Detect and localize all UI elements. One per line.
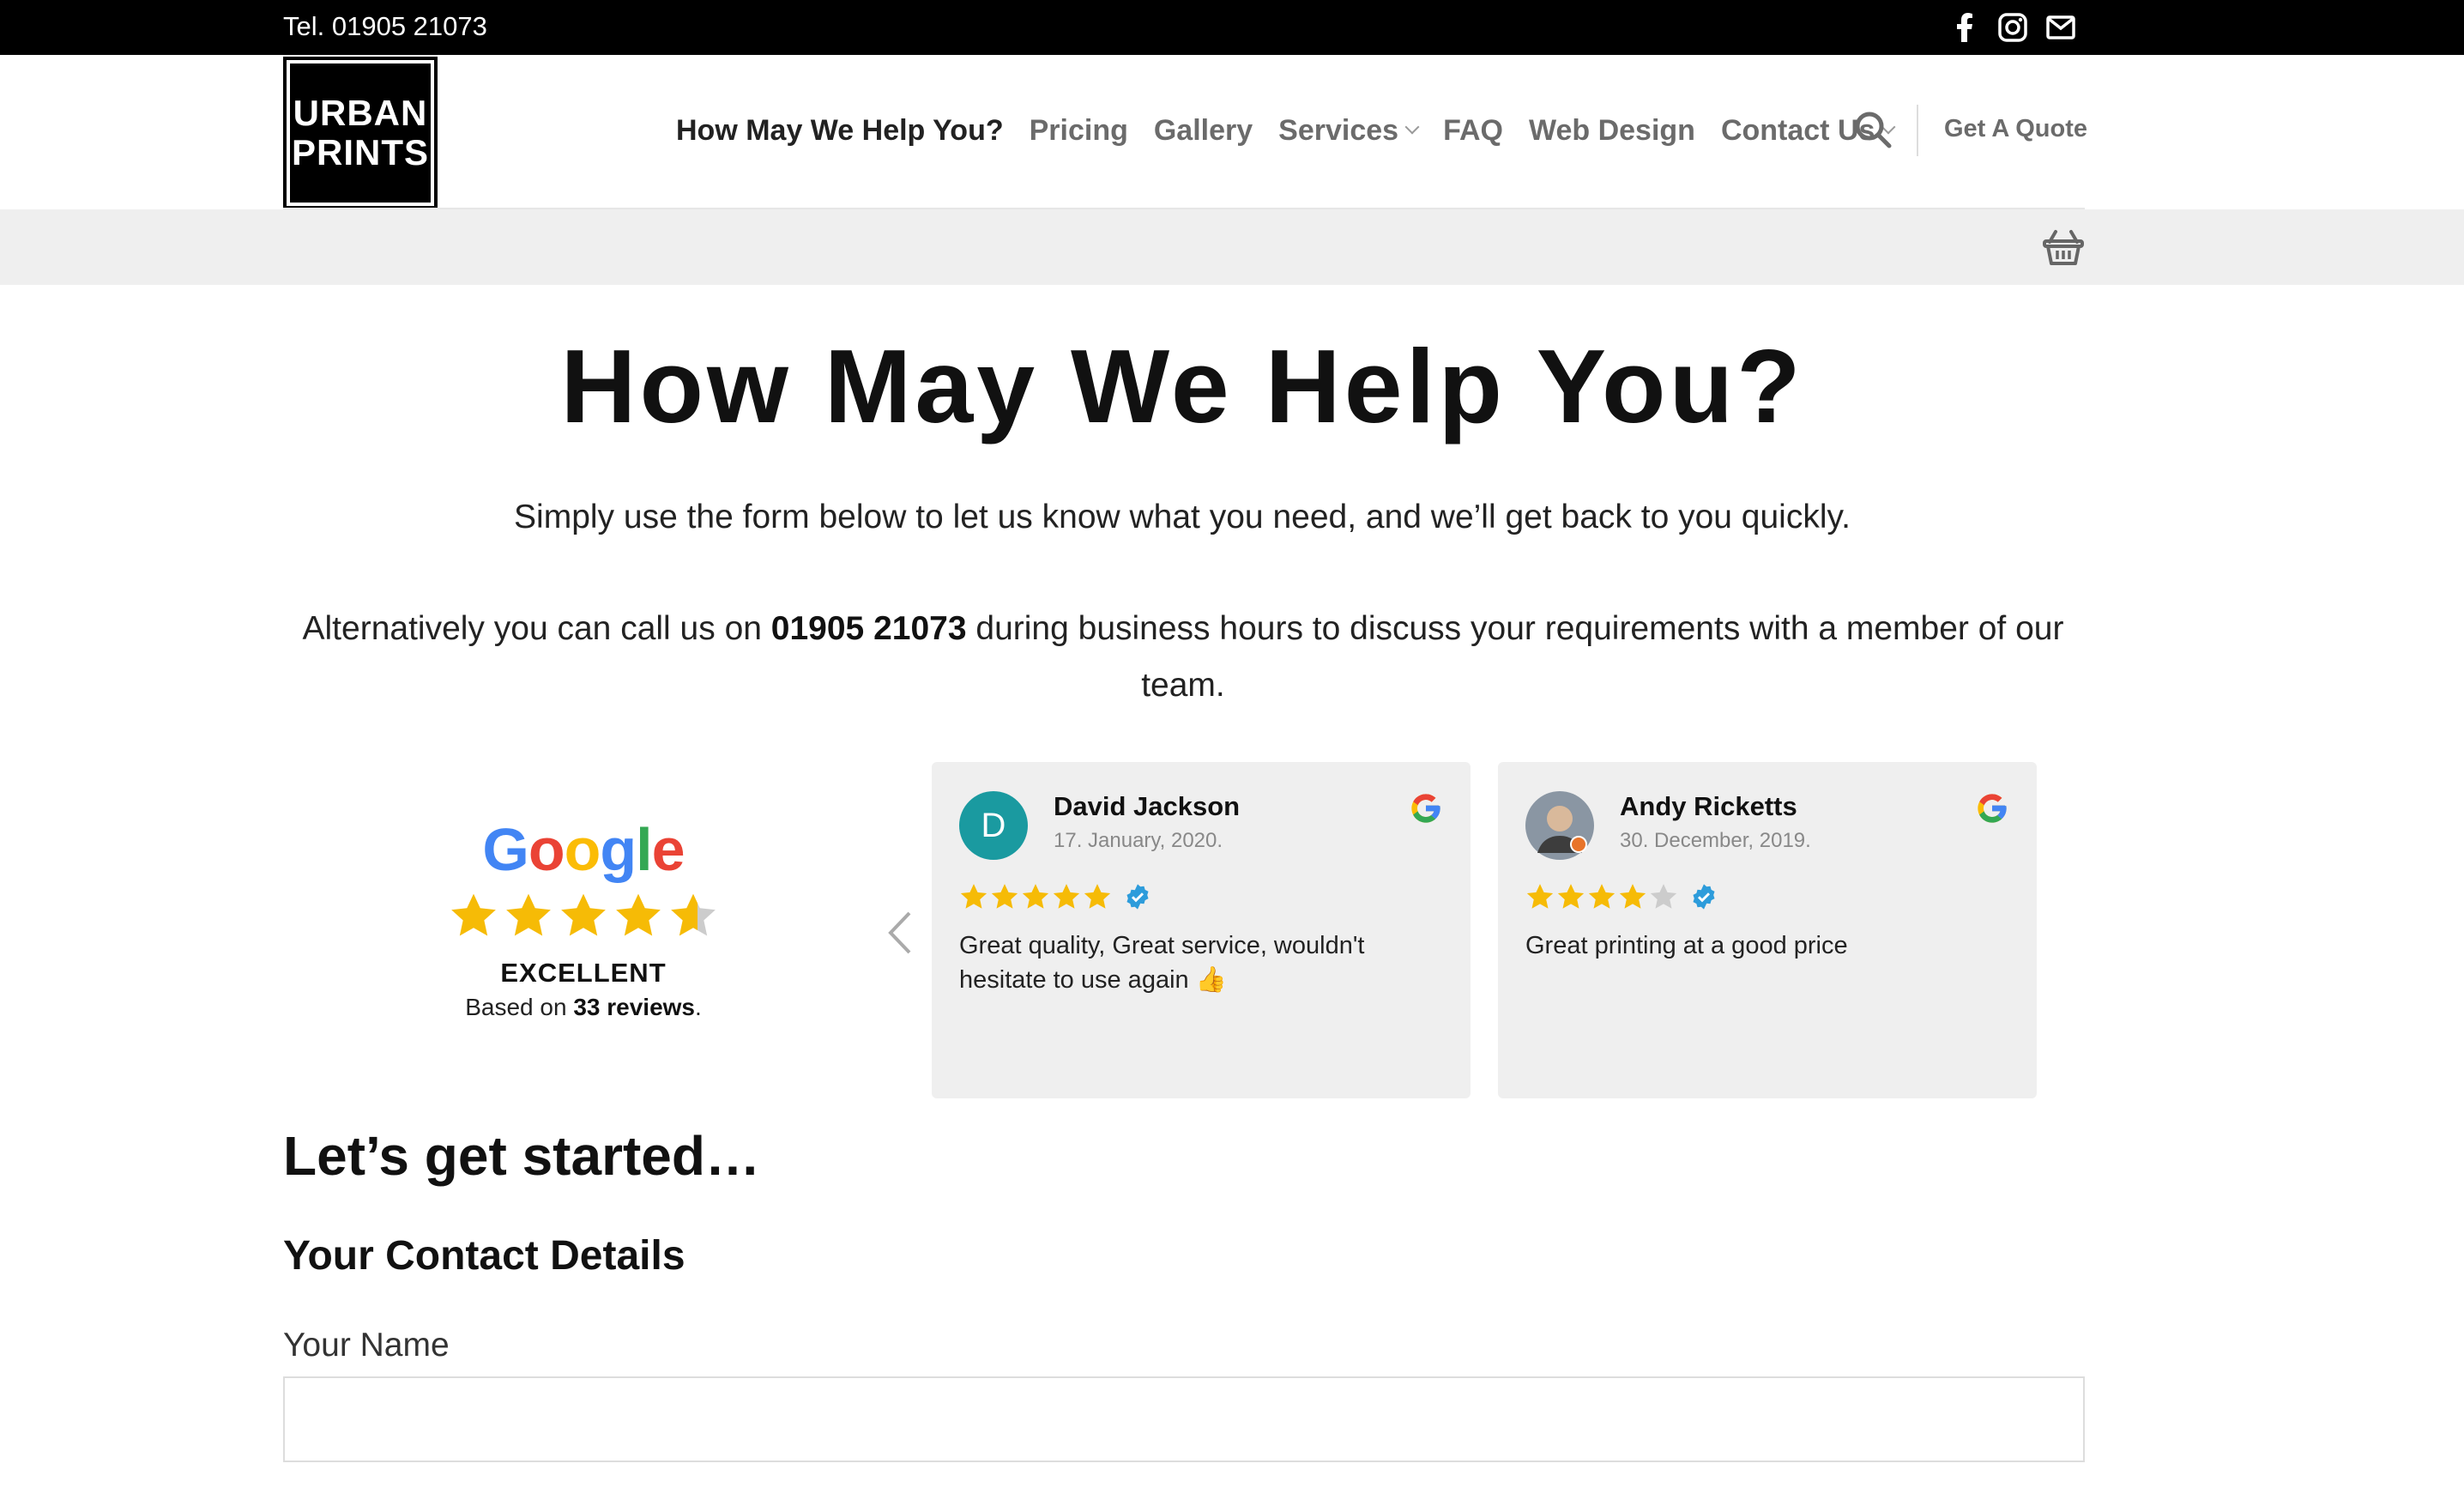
phone-highlight[interactable]: 01905 21073 bbox=[771, 610, 967, 647]
verified-badge-icon bbox=[1690, 883, 1718, 910]
basket-icon[interactable] bbox=[2042, 228, 2085, 266]
nav-item-gallery[interactable]: Gallery bbox=[1154, 114, 1253, 148]
nav-item-how-may-we-help[interactable]: How May We Help You? bbox=[676, 114, 1004, 148]
top-bar: Tel. 01905 21073 bbox=[0, 0, 2464, 55]
rating-label: EXCELLENT bbox=[500, 958, 667, 988]
nav-item-web-design[interactable]: Web Design bbox=[1529, 114, 1695, 148]
logo-line-urban: URBAN bbox=[293, 93, 428, 133]
google-logo-letter: e bbox=[651, 816, 685, 883]
avatar: D bbox=[959, 791, 1028, 860]
intro-text: Simply use the form below to let us know… bbox=[514, 499, 1851, 535]
review-stars bbox=[1525, 882, 1718, 911]
form-heading: Let’s get started… bbox=[283, 1125, 760, 1187]
star-icon bbox=[668, 891, 718, 940]
review-date: 17. January, 2020. bbox=[1054, 829, 1223, 852]
star-icon bbox=[449, 891, 498, 940]
google-g-icon bbox=[1975, 791, 2009, 826]
carousel-prev-button[interactable] bbox=[884, 910, 918, 956]
google-logo-letter: g bbox=[600, 816, 637, 883]
star-icon bbox=[1587, 882, 1616, 911]
star-icon bbox=[959, 882, 988, 911]
facebook-icon[interactable] bbox=[1949, 12, 1980, 43]
review-card: D David Jackson 17. January, 2020. Great… bbox=[932, 762, 1471, 1098]
your-name-label: Your Name bbox=[283, 1327, 450, 1364]
reviewer-name: Andy Ricketts bbox=[1620, 791, 1797, 821]
site-header: URBAN PRINTS How May We Help You? Pricin… bbox=[0, 55, 2464, 209]
star-icon bbox=[990, 882, 1019, 911]
star-icon bbox=[504, 891, 553, 940]
rating-stars bbox=[403, 891, 764, 940]
google-g-icon bbox=[1409, 791, 1443, 826]
google-logo-letter: o bbox=[528, 816, 565, 883]
logo-line-prints: PRINTS bbox=[291, 132, 429, 172]
contact-details-heading: Your Contact Details bbox=[283, 1233, 685, 1279]
search-icon[interactable] bbox=[1853, 110, 1893, 149]
nav-item-faq[interactable]: FAQ bbox=[1443, 114, 1503, 148]
header-divider bbox=[1917, 105, 1918, 156]
review-count: Based on 33 reviews. bbox=[465, 994, 702, 1020]
call-us-text: Alternatively you can call us on 01905 2… bbox=[302, 610, 2064, 704]
review-text: Great quality, Great service, wouldn't h… bbox=[959, 932, 1365, 994]
nav-item-services[interactable]: Services bbox=[1278, 114, 1420, 148]
your-name-input[interactable] bbox=[283, 1376, 2085, 1462]
main-nav: How May We Help You? Pricing Gallery Ser… bbox=[676, 112, 1919, 149]
google-logo-letter: o bbox=[564, 816, 601, 883]
review-date: 30. December, 2019. bbox=[1620, 829, 1811, 852]
phone-number[interactable]: Tel. 01905 21073 bbox=[283, 11, 487, 42]
star-icon bbox=[1052, 882, 1081, 911]
star-icon bbox=[559, 891, 608, 940]
nav-item-pricing[interactable]: Pricing bbox=[1030, 114, 1128, 148]
star-icon bbox=[1021, 882, 1050, 911]
chevron-down-icon bbox=[1404, 119, 1420, 135]
verified-badge-icon bbox=[1124, 883, 1151, 910]
star-icon bbox=[613, 891, 663, 940]
social-links bbox=[1949, 12, 2076, 43]
star-icon bbox=[1556, 882, 1585, 911]
google-logo: Google bbox=[403, 815, 764, 884]
google-logo-letter: l bbox=[636, 816, 652, 883]
star-icon bbox=[1525, 882, 1555, 911]
google-rating-summary: Google EXCELLENT Based on 33 reviews. bbox=[403, 815, 764, 1021]
review-text: Great printing at a good price bbox=[1525, 932, 1848, 959]
review-stars bbox=[959, 882, 1151, 911]
review-card: Andy Ricketts 30. December, 2019. Great … bbox=[1498, 762, 2037, 1098]
cart-bar bbox=[0, 209, 2464, 285]
envelope-icon[interactable] bbox=[2045, 12, 2076, 43]
get-a-quote-link[interactable]: Get A Quote bbox=[1944, 115, 2087, 143]
star-icon bbox=[1649, 882, 1678, 911]
reviewer-name: David Jackson bbox=[1054, 791, 1241, 821]
site-logo[interactable]: URBAN PRINTS bbox=[283, 57, 438, 209]
star-icon bbox=[1083, 882, 1112, 911]
star-icon bbox=[1618, 882, 1647, 911]
avatar bbox=[1525, 791, 1594, 860]
google-logo-letter: G bbox=[482, 816, 528, 883]
page-title: How May We Help You? bbox=[560, 328, 1804, 445]
instagram-icon[interactable] bbox=[1997, 12, 2028, 43]
